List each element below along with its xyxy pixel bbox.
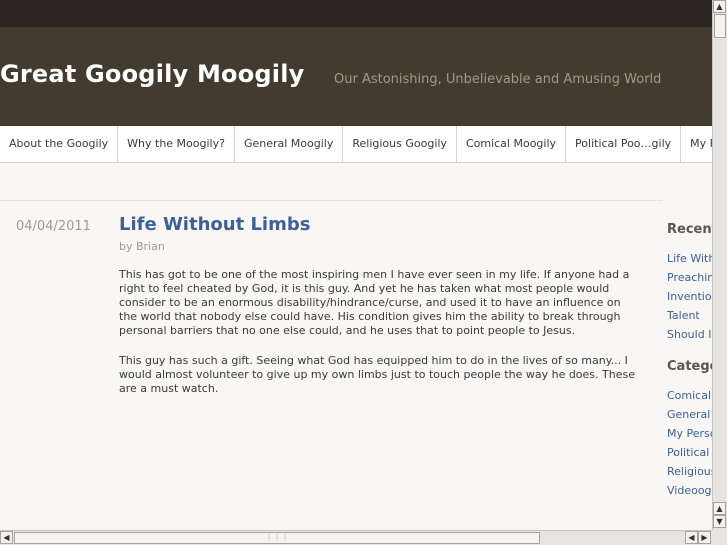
horizontal-scroll-thumb[interactable]: ⋮⋮⋮ xyxy=(14,532,540,544)
sidebar: Recent Life Witho Preachin Invention Tal… xyxy=(667,222,712,500)
content-divider xyxy=(0,200,663,201)
category-item[interactable]: My Perso xyxy=(667,424,712,443)
recent-heading: Recent xyxy=(667,222,712,237)
site-title[interactable]: Great Googily Moogily xyxy=(0,60,304,88)
category-item[interactable]: Comical xyxy=(667,386,712,405)
site-header: Great Googily Moogily Our Astonishing, U… xyxy=(0,27,712,126)
post-paragraph: This has got to be one of the most inspi… xyxy=(119,268,630,337)
arrow-left-icon[interactable]: ◀ xyxy=(685,531,698,544)
arrow-up-icon[interactable]: ▲ xyxy=(713,502,726,515)
vertical-scrollbar[interactable]: ▲ ▲ ▼ xyxy=(712,0,727,530)
category-item[interactable]: Religious xyxy=(667,462,712,481)
nav-item-about[interactable]: About the Googily xyxy=(0,126,119,162)
nav-item-religious[interactable]: Religious Googily xyxy=(343,126,457,162)
nav-item-political[interactable]: Political Poo…gily xyxy=(566,126,682,162)
nav-item-general[interactable]: General Moogily xyxy=(235,126,344,162)
category-item[interactable]: Political F xyxy=(667,443,712,462)
vertical-scroll-thumb[interactable] xyxy=(714,14,726,38)
category-item[interactable]: Videoogi xyxy=(667,481,712,500)
main-nav: About the Googily Why the Moogily? Gener… xyxy=(0,126,712,163)
nav-item-personal[interactable]: My Personal xyxy=(681,126,712,162)
post-author: by Brian xyxy=(119,240,165,253)
horizontal-scrollbar[interactable]: ◀ ⋮⋮⋮ ◀ ▶ xyxy=(0,530,712,545)
site-tagline: Our Astonishing, Unbelievable and Amusin… xyxy=(334,72,662,87)
post-date: 04/04/2011 xyxy=(16,219,91,234)
arrow-up-icon[interactable]: ▲ xyxy=(713,0,726,13)
category-item[interactable]: General xyxy=(667,405,712,424)
recent-item[interactable]: Life Witho xyxy=(667,249,712,268)
recent-item[interactable]: Preachin xyxy=(667,268,712,287)
post-body: This has got to be one of the most inspi… xyxy=(119,268,639,412)
post-title[interactable]: Life Without Limbs xyxy=(119,214,310,235)
post-paragraph: This guy has such a gift. Seeing what Go… xyxy=(119,354,635,395)
recent-list: Life Witho Preachin Invention Talent Sho… xyxy=(667,249,712,344)
arrow-right-icon[interactable]: ▶ xyxy=(698,531,711,544)
arrow-left-icon[interactable]: ◀ xyxy=(0,531,13,544)
top-bar xyxy=(0,0,712,27)
recent-item[interactable]: Invention xyxy=(667,287,712,306)
scrollbar-corner xyxy=(712,530,727,545)
recent-item[interactable]: Should Is xyxy=(667,325,712,344)
categories-list: Comical General My Perso Political F Rel… xyxy=(667,386,712,500)
nav-item-why[interactable]: Why the Moogily? xyxy=(118,126,235,162)
nav-item-comical[interactable]: Comical Moogily xyxy=(457,126,567,162)
page-viewport: Great Googily Moogily Our Astonishing, U… xyxy=(0,0,712,530)
recent-item[interactable]: Talent xyxy=(667,306,712,325)
categories-heading: Catego xyxy=(667,359,712,374)
arrow-down-icon[interactable]: ▼ xyxy=(713,515,726,528)
